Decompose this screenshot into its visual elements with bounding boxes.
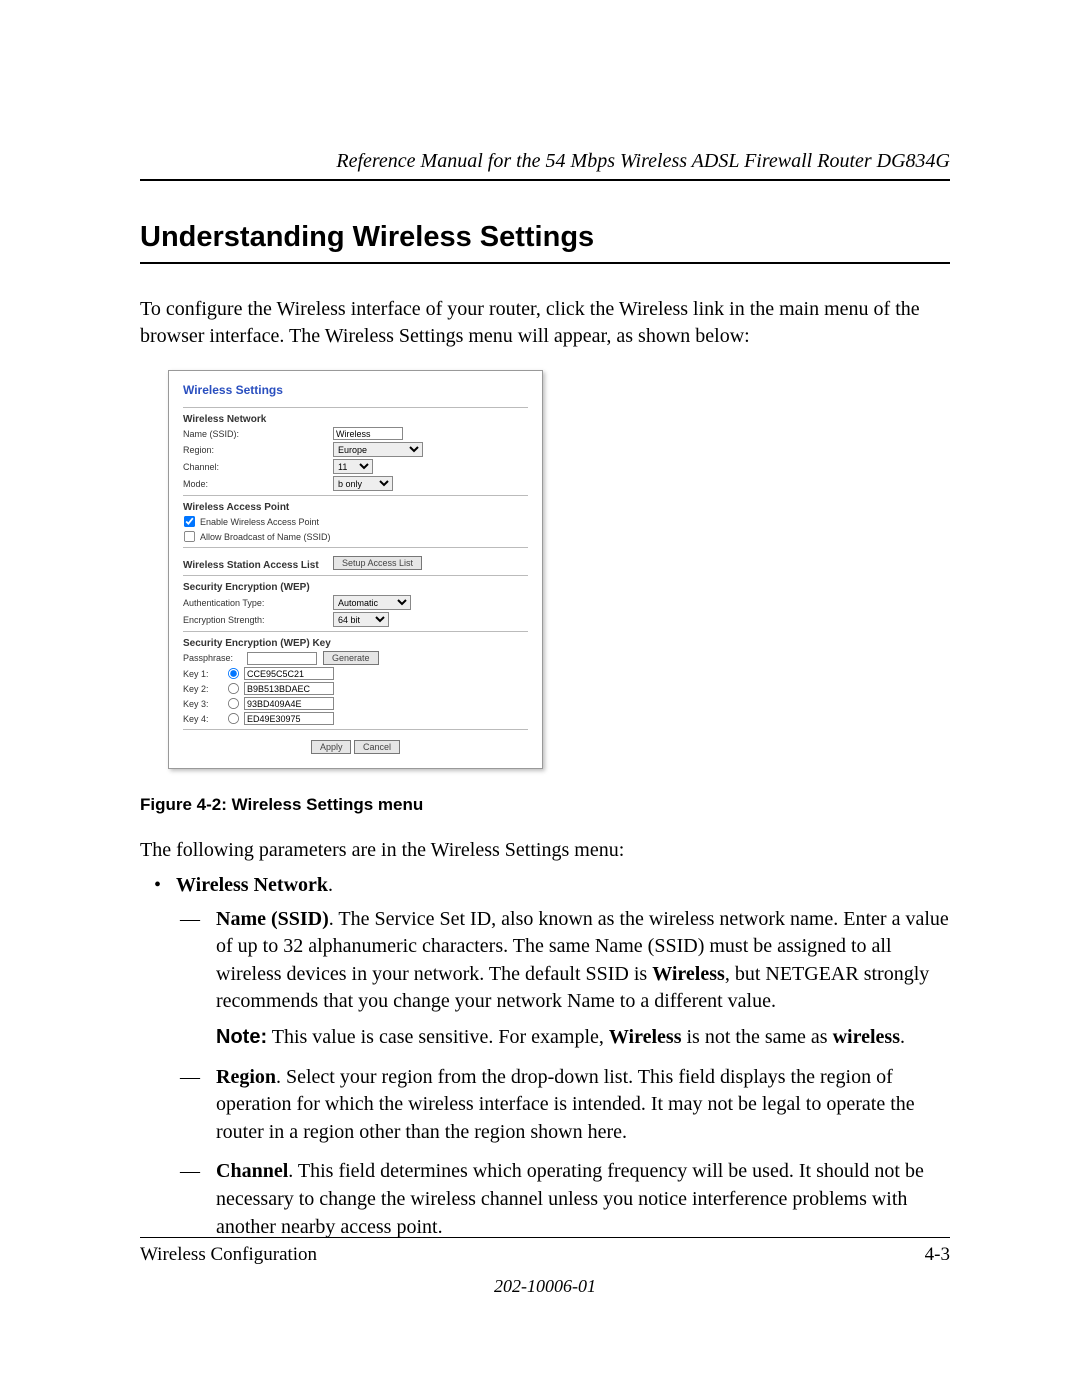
mode-label: Mode: [183, 479, 333, 489]
note-text-a: This value is case sensitive. For exampl… [267, 1026, 609, 1048]
footer-docnum: 202-10006-01 [140, 1276, 950, 1297]
channel-text: . This field determines which operating … [216, 1160, 924, 1237]
sub-bullet-channel: Channel. This field determines which ope… [176, 1158, 950, 1241]
key4-input[interactable] [244, 712, 334, 725]
broadcast-label: Allow Broadcast of Name (SSID) [200, 532, 331, 542]
bullet-wireless-network: Wireless Network. Name (SSID). The Servi… [140, 872, 950, 1241]
section-access-point: Wireless Access Point [183, 502, 528, 513]
key3-label: Key 3: [183, 699, 227, 709]
section-station-access: Wireless Station Access List [183, 560, 333, 571]
auth-type-label: Authentication Type: [183, 598, 333, 608]
wireless-settings-screenshot: Wireless Settings Wireless Network Name … [168, 370, 543, 769]
key2-input[interactable] [244, 682, 334, 695]
region-select[interactable]: Europe [333, 442, 423, 457]
note-bold-2: wireless [833, 1026, 900, 1048]
note-end: . [900, 1026, 905, 1048]
broadcast-checkbox[interactable] [184, 531, 195, 542]
passphrase-input[interactable] [247, 652, 317, 665]
setup-access-list-button[interactable]: Setup Access List [333, 556, 422, 570]
key1-input[interactable] [244, 667, 334, 680]
running-header: Reference Manual for the 54 Mbps Wireles… [140, 150, 950, 181]
apply-button[interactable]: Apply [311, 740, 352, 754]
mode-select[interactable]: b only [333, 476, 393, 491]
region-head: Region [216, 1066, 276, 1088]
page-title: Understanding Wireless Settings [140, 221, 950, 264]
key4-label: Key 4: [183, 714, 227, 724]
key4-radio[interactable] [228, 713, 239, 724]
region-text: . Select your region from the drop-down … [216, 1066, 915, 1143]
note-bold-1: Wireless [609, 1026, 682, 1048]
panel-title: Wireless Settings [183, 383, 528, 397]
section-wireless-network: Wireless Network [183, 414, 528, 425]
region-label: Region: [183, 445, 333, 455]
passphrase-label: Passphrase: [183, 653, 247, 663]
ssid-default-bold: Wireless [652, 963, 725, 985]
generate-button[interactable]: Generate [323, 651, 379, 665]
page-footer: Wireless Configuration 4-3 202-10006-01 [140, 1237, 950, 1297]
ssid-head: Name (SSID) [216, 908, 329, 930]
sub-bullet-ssid: Name (SSID). The Service Set ID, also kn… [176, 906, 950, 1052]
ssid-note: Note: This value is case sensitive. For … [216, 1024, 950, 1052]
key3-input[interactable] [244, 697, 334, 710]
following-paragraph: The following parameters are in the Wire… [140, 839, 950, 862]
channel-select[interactable]: 11 [333, 459, 373, 474]
sub-bullet-region: Region. Select your region from the drop… [176, 1064, 950, 1147]
figure-caption: Figure 4-2: Wireless Settings menu [140, 795, 950, 815]
key1-radio[interactable] [228, 668, 239, 679]
key2-radio[interactable] [228, 683, 239, 694]
section-wep: Security Encryption (WEP) [183, 582, 528, 593]
cancel-button[interactable]: Cancel [354, 740, 400, 754]
strength-select[interactable]: 64 bit [333, 612, 389, 627]
intro-paragraph: To configure the Wireless interface of y… [140, 296, 950, 350]
key2-label: Key 2: [183, 684, 227, 694]
note-mid: is not the same as [681, 1026, 832, 1048]
channel-head: Channel [216, 1160, 288, 1182]
section-wep-key: Security Encryption (WEP) Key [183, 638, 528, 649]
note-label: Note: [216, 1026, 267, 1048]
ssid-label: Name (SSID): [183, 429, 333, 439]
channel-label: Channel: [183, 462, 333, 472]
key1-label: Key 1: [183, 669, 227, 679]
wireless-network-head: Wireless Network [176, 874, 328, 896]
enable-ap-label: Enable Wireless Access Point [200, 517, 319, 527]
key3-radio[interactable] [228, 698, 239, 709]
footer-right: 4-3 [925, 1244, 950, 1266]
auth-type-select[interactable]: Automatic [333, 595, 411, 610]
ssid-input[interactable] [333, 427, 403, 440]
enable-ap-checkbox[interactable] [184, 516, 195, 527]
footer-left: Wireless Configuration [140, 1244, 317, 1266]
strength-label: Encryption Strength: [183, 615, 333, 625]
